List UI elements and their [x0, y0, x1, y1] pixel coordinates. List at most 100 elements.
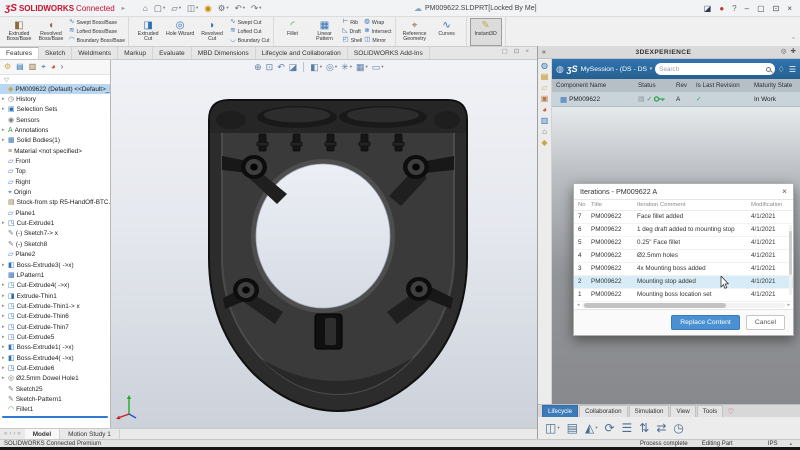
3dexperience-pane-icon[interactable]: ◍ [541, 62, 548, 70]
pane-restore-icon[interactable]: ▢ [502, 49, 508, 56]
view-settings-button[interactable]: ✳▾ [341, 63, 352, 72]
tree-item-dowel-hole1[interactable]: ▸◎Ø2.5mm Dowel Hole1 [0, 374, 110, 384]
replace-component-button[interactable]: ⇄ [656, 422, 666, 434]
iteration-row[interactable]: 5PM0096220.25" Face fillet4/1/2021 [574, 237, 793, 250]
tree-item-sketch8[interactable]: ✎(-) Sketch8 [0, 239, 110, 249]
view-palette-icon[interactable]: ▣ [541, 95, 549, 103]
dialog-vertical-scrollbar[interactable] [789, 225, 792, 295]
tree-item-cut-extrude1[interactable]: ▸◳Cut-Extrude1 [0, 218, 110, 228]
view-monitor-button[interactable]: ▭▾ [372, 63, 384, 72]
rollback-bar[interactable] [2, 416, 108, 418]
column-header-rev[interactable]: Rev [676, 82, 696, 89]
tab-nav-icon[interactable]: › [13, 431, 15, 437]
tab-markup[interactable]: Markup [118, 47, 153, 59]
session-table-row[interactable]: ▦ PM009622 ▤ ✓ A ✓ In Work [552, 92, 800, 107]
zoom-to-area-button[interactable]: ⊡ [266, 63, 274, 72]
intersect-button[interactable]: ⊗Intersect [364, 28, 391, 36]
tree-item-cut-extrude6[interactable]: ▸◳Cut-Extrude6 [0, 363, 110, 373]
graphics-viewport[interactable]: ⊕⊡↶◪◧▾◎▾✳▾▦▾▭▾ [111, 60, 537, 428]
options-button[interactable]: ⚙▾ [216, 1, 231, 16]
mysession-title[interactable]: MySession - (DS - DSQ... [581, 66, 647, 73]
column-header-status[interactable]: Status [638, 82, 676, 89]
dialog-column-iteration-comment[interactable]: Iteration Comment [637, 202, 751, 208]
tab-features[interactable]: Features [0, 47, 39, 59]
tab-weldments[interactable]: Weldments [72, 47, 118, 59]
close-icon[interactable]: × [787, 4, 792, 13]
tree-item-cut-extrude4[interactable]: ▸◳Cut-Extrude4( ->x) [0, 281, 110, 291]
tree-item-plane-right[interactable]: ▱Right [0, 177, 110, 187]
model-3d-view[interactable] [111, 60, 537, 428]
fillet-button[interactable]: ◜Fillet [277, 18, 309, 46]
tree-item-cut-extrude5[interactable]: ▸◳Cut-Extrude5 [0, 332, 110, 342]
pane-close-icon[interactable]: × [525, 49, 529, 56]
panel-options-icon[interactable]: ◎ [781, 49, 787, 56]
new-document-button[interactable]: ▢▾ [152, 1, 167, 16]
tree-item-extrude-thin1[interactable]: ▸◨Extrude-Thin1 [0, 291, 110, 301]
scroll-right-icon[interactable]: ▸ [787, 302, 790, 308]
units-caret-icon[interactable]: ▴ [789, 441, 792, 447]
history-button[interactable]: ◷ [673, 422, 683, 434]
tree-item-origin[interactable]: ⌖Origin [0, 187, 110, 197]
chevron-down-icon[interactable]: ▾ [650, 66, 653, 72]
tab-evaluate[interactable]: Evaluate [153, 47, 192, 59]
tree-item-selection-sets[interactable]: ▸▣Selection Sets [0, 105, 110, 115]
tree-item-cut-extrude-thin6[interactable]: ▸◳Cut-Extrude-Thin6 [0, 312, 110, 322]
tree-item-plane2[interactable]: ▱Plane2 [0, 250, 110, 260]
save-with-options-button[interactable]: ▤ [567, 422, 578, 434]
open-button[interactable]: ▱▾ [169, 1, 183, 16]
tree-item-boss-extrude3[interactable]: ▸◧Boss-Extrude3( ->x) [0, 260, 110, 270]
insert-component-button[interactable]: ⇅ [639, 422, 649, 434]
hide-show-items-button[interactable]: ◎▾ [326, 63, 337, 72]
configurationmanager-tab-icon[interactable]: ▥ [29, 63, 37, 71]
tree-item-lpattern1[interactable]: ▩LPattern1 [0, 270, 110, 280]
tree-item-stock-feature[interactable]: ▤Stock-from stp R5-HandOff-BTC... [0, 198, 110, 208]
reference-geometry-button[interactable]: ⌖Reference Geometry [399, 18, 431, 46]
search-input[interactable] [659, 66, 764, 73]
pack-and-go-icon[interactable]: ◆ [541, 139, 547, 147]
design-library-icon[interactable]: ▤ [541, 73, 549, 81]
tree-item-plane-top[interactable]: ▱Top [0, 167, 110, 177]
tree-item-boss-extrude1[interactable]: ▸◧Boss-Extrude1( ->x) [0, 343, 110, 353]
tree-item-part-root[interactable]: ◆PM009622 (Default) <<Default>_Phot... [0, 84, 110, 94]
panel-tab-collaboration[interactable]: Collaboration [579, 405, 627, 417]
command-search-icon[interactable]: ◪ [704, 4, 712, 13]
tab-nav-icon[interactable]: ‹ [9, 431, 11, 437]
panel-pin-icon[interactable]: ✚ [791, 49, 796, 56]
boundary-cut-button[interactable]: ◡Boundary Cut [230, 37, 269, 45]
section-view-button[interactable]: ◪ [289, 63, 298, 72]
revolved-cut-button[interactable]: ◗Revolved Cut [196, 18, 228, 46]
dialog-column-no[interactable]: No [578, 202, 591, 208]
tab-nav-icon[interactable]: « [4, 431, 7, 437]
model-tab-motion-study-1[interactable]: Motion Study 1 [60, 429, 120, 439]
iteration-row[interactable]: 3PM0096224x Mounting boss added4/1/2021 [574, 263, 793, 276]
tree-item-annotations[interactable]: ▸AAnnotations [0, 125, 110, 135]
dialog-column-modification[interactable]: Modification [751, 202, 793, 208]
iteration-row[interactable]: 1PM009622Mounting boss location set4/1/2… [574, 289, 793, 302]
curves-button[interactable]: ∿Curves [431, 18, 463, 46]
shell-button[interactable]: ◰Shell [343, 37, 363, 45]
tag-icon[interactable]: ♢ [778, 65, 785, 74]
propertymanager-tab-icon[interactable]: ▤ [16, 63, 24, 71]
units-selector[interactable]: IPS [768, 441, 778, 447]
tab-lifecycle-and-collaboration[interactable]: Lifecycle and Collaboration [256, 47, 348, 59]
panel-tab-tools[interactable]: Tools [697, 405, 723, 417]
dialog-column-title[interactable]: Title [591, 202, 637, 208]
restore-icon[interactable]: ▢ [757, 4, 765, 13]
revolved-boss-base-button[interactable]: ◖Revolved Boss/Base [35, 18, 67, 46]
tab-sketch[interactable]: Sketch [39, 47, 72, 59]
tree-item-fillet1[interactable]: ◠Fillet1 [0, 405, 110, 415]
custom-properties-icon[interactable]: ▥ [541, 117, 549, 125]
menu-icon[interactable]: ☰ [789, 65, 796, 74]
lofted-cut-button[interactable]: ≋Lofted Cut [230, 28, 269, 36]
display-style-button[interactable]: ◧▾ [310, 63, 322, 72]
replace-content-button[interactable]: Replace Content [671, 315, 740, 330]
tab-solidworks-add-ins[interactable]: SOLIDWORKS Add-Ins [348, 47, 430, 59]
panel-tab-view[interactable]: View [670, 405, 695, 417]
iteration-row[interactable]: 6PM0096221 deg draft added to mounting s… [574, 224, 793, 237]
column-header-is-last-revision[interactable]: Is Last Revision [696, 82, 754, 89]
iteration-row[interactable]: 4PM009622Ø2.5mm holes4/1/2021 [574, 250, 793, 263]
featuremanager-tab-icon[interactable]: ⚙ [4, 63, 11, 71]
tree-item-history[interactable]: ▸◷History [0, 94, 110, 104]
tab-mbd-dimensions[interactable]: MBD Dimensions [192, 47, 256, 59]
tree-filter[interactable]: ▽ [0, 75, 110, 84]
